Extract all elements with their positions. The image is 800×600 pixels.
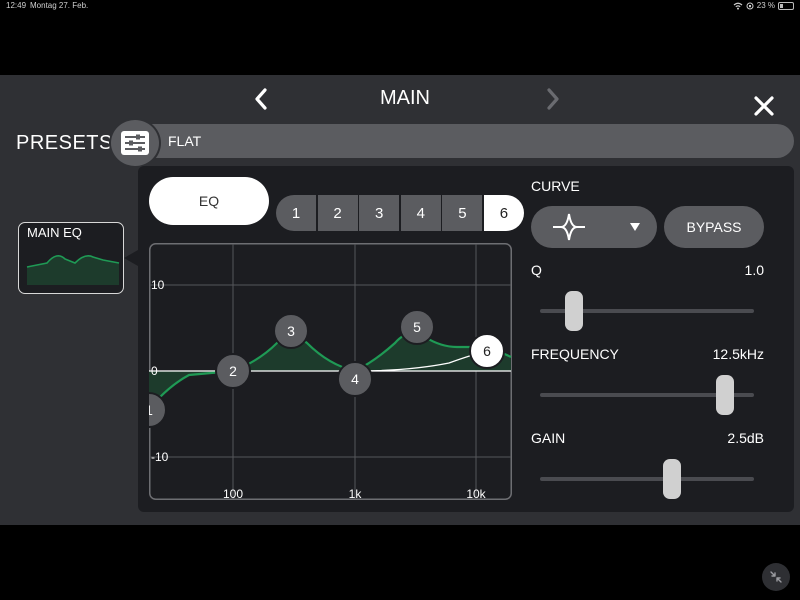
eq-thumbnail-graph [26, 255, 120, 285]
minimize-button[interactable] [762, 563, 790, 591]
eq-node-2[interactable]: 2 [215, 353, 251, 389]
eq-graph[interactable]: 10 0 -10 100 1k 10k 1 2 3 4 5 6 [149, 243, 512, 500]
orientation-lock-icon [746, 2, 754, 9]
q-label: Q [531, 262, 542, 278]
preset-menu-button[interactable] [109, 118, 161, 168]
gain-slider-track[interactable] [540, 477, 754, 481]
eq-node-6[interactable]: 6 [469, 333, 505, 369]
presets-label: PRESETS [16, 132, 113, 154]
page-title: MAIN [380, 87, 430, 109]
x-tick-label: 1k [349, 487, 363, 500]
sliders-icon [121, 131, 149, 155]
band-button-1[interactable]: 1 [276, 195, 316, 231]
gain-value: 2.5dB [727, 430, 764, 446]
chevron-right-icon [547, 88, 559, 110]
status-date: Montag 27. Feb. [30, 1, 89, 10]
frequency-slider-handle[interactable] [716, 375, 735, 415]
q-value: 1.0 [744, 262, 764, 278]
eq-node-label: 6 [483, 343, 491, 359]
q-slider-handle[interactable] [565, 291, 584, 331]
dropdown-arrow-icon [630, 223, 640, 231]
status-indicators: 23 % [733, 1, 794, 10]
eq-node-5[interactable]: 5 [399, 309, 435, 345]
band-button-4[interactable]: 4 [400, 195, 441, 231]
band-selector: 1 2 3 4 5 6 [276, 195, 524, 231]
curve-type-select[interactable] [531, 206, 657, 248]
battery-percent: 23 % [756, 1, 775, 10]
x-tick-label: 10k [466, 487, 486, 500]
gain-label: GAIN [531, 430, 566, 446]
band-button-6[interactable]: 6 [483, 195, 524, 231]
status-time: 12:49 [6, 1, 27, 10]
chevron-left-icon [255, 88, 267, 110]
next-page-button[interactable] [542, 85, 564, 113]
frequency-label: FREQUENCY [531, 346, 619, 362]
eq-node-3[interactable]: 3 [273, 313, 309, 349]
battery-icon [778, 1, 794, 10]
y-tick-label: -10 [151, 450, 169, 464]
eq-node-label: 1 [149, 402, 153, 418]
curve-label: CURVE [531, 178, 580, 194]
main-eq-thumbnail[interactable]: MAIN EQ [18, 222, 124, 294]
eq-node-label: 4 [351, 371, 359, 387]
eq-node-4[interactable]: 4 [337, 361, 373, 397]
selection-pointer [124, 250, 138, 266]
eq-node-1[interactable]: 1 [149, 392, 167, 428]
close-icon [754, 96, 774, 116]
band-button-2[interactable]: 2 [317, 195, 358, 231]
collapse-arrows-icon [770, 571, 782, 583]
y-tick-label: 0 [151, 364, 158, 378]
preset-name: FLAT [168, 133, 202, 149]
gain-slider-handle[interactable] [663, 459, 682, 499]
bypass-button[interactable]: BYPASS [664, 206, 764, 248]
eq-node-label: 5 [413, 319, 421, 335]
band-button-3[interactable]: 3 [359, 195, 400, 231]
preset-selector[interactable] [118, 124, 794, 158]
previous-page-button[interactable] [250, 85, 272, 113]
x-tick-label: 100 [223, 487, 243, 500]
eq-node-label: 2 [229, 363, 237, 379]
y-tick-label: 10 [151, 278, 165, 292]
close-button[interactable] [750, 92, 778, 120]
eq-node-label: 3 [287, 323, 295, 339]
frequency-value: 12.5kHz [712, 346, 764, 362]
wifi-icon [733, 2, 743, 10]
band-button-5[interactable]: 5 [442, 195, 483, 231]
eq-mode-button[interactable]: EQ [149, 177, 269, 225]
